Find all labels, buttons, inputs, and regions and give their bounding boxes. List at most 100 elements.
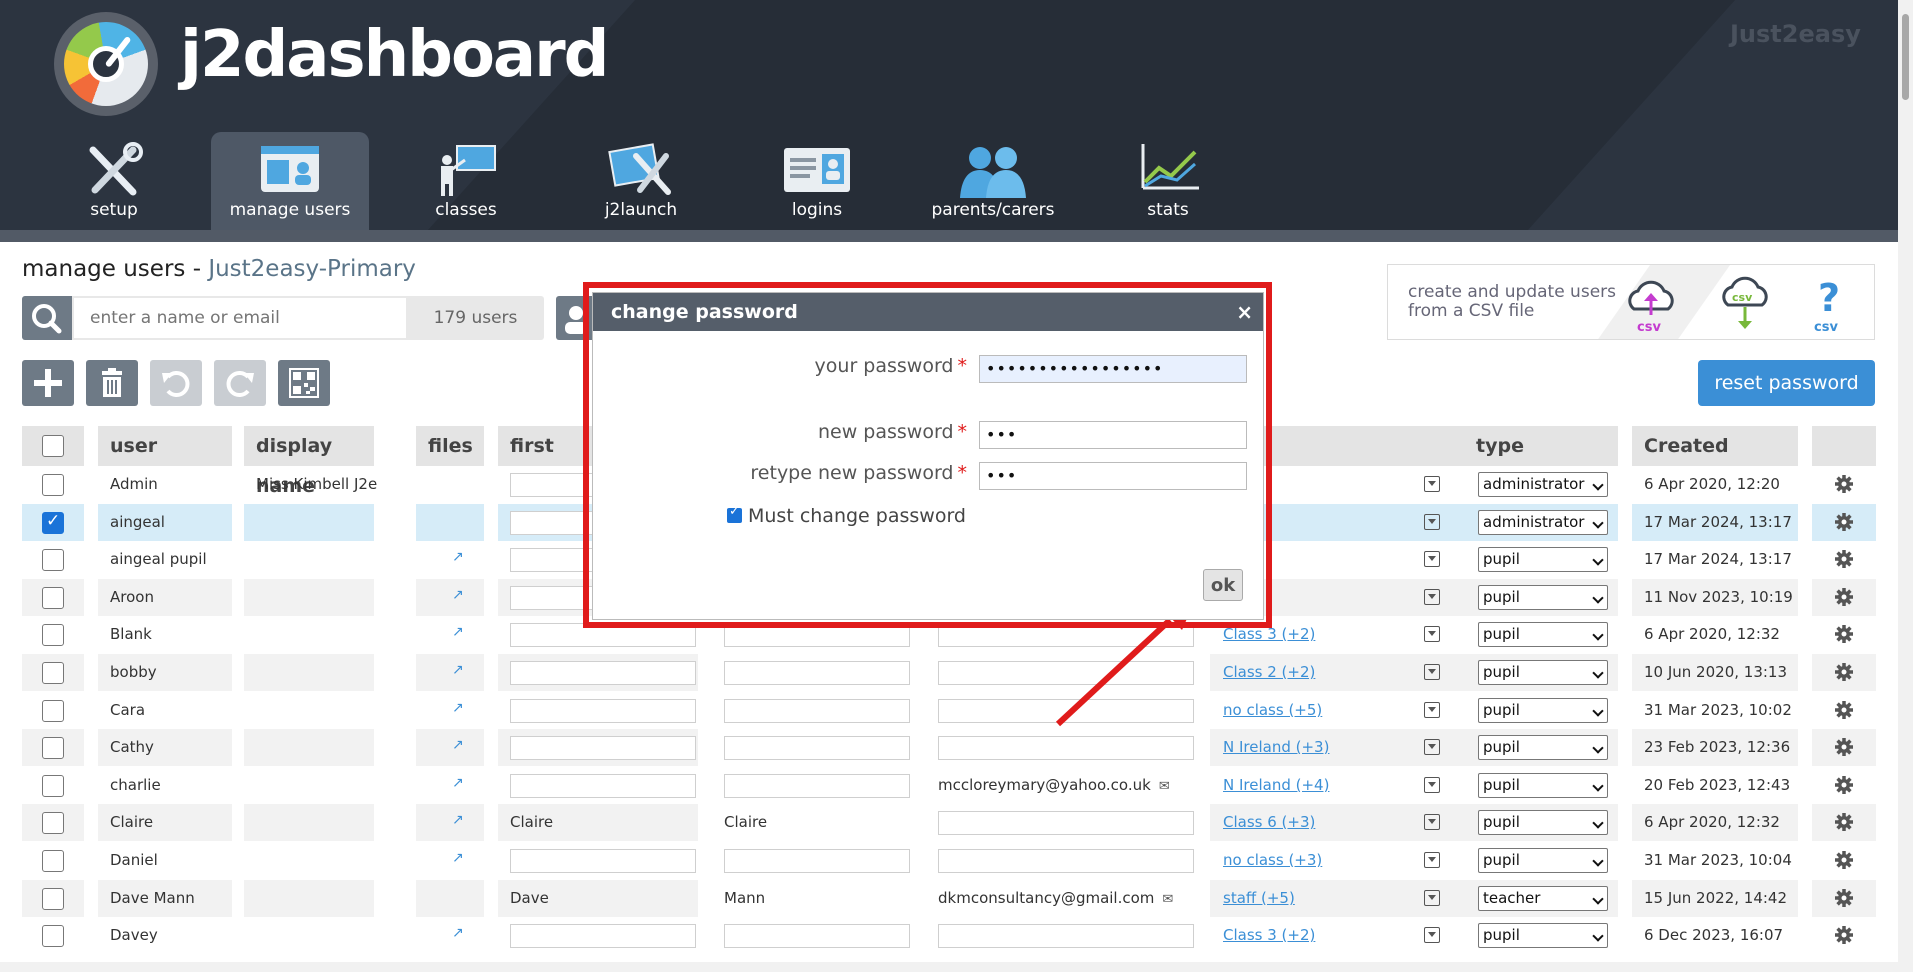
nav-tab-j2launch[interactable]: j2launch xyxy=(562,132,720,230)
header-display-name[interactable]: display name xyxy=(244,426,374,497)
external-link-icon[interactable]: ↗ xyxy=(452,738,466,752)
user-cell[interactable]: Cara xyxy=(98,692,232,729)
gear-icon[interactable] xyxy=(1834,549,1854,569)
external-link-icon[interactable]: ↗ xyxy=(452,851,466,865)
user-cell[interactable]: charlie xyxy=(98,767,232,804)
email-cell[interactable]: dkmconsultancy@gmail.com ✉ xyxy=(926,880,1206,917)
reset-password-button[interactable]: reset password xyxy=(1698,360,1875,406)
user-cell[interactable]: Cathy xyxy=(98,729,232,766)
row-checkbox[interactable] xyxy=(42,662,64,684)
undo-button[interactable] xyxy=(150,360,202,406)
table-row[interactable]: Cathy ↗ N Ireland (+3) pupil 23 Feb 2023, 12… xyxy=(22,729,1876,766)
type-select[interactable]: pupil xyxy=(1478,547,1608,572)
user-cell[interactable]: aingeal xyxy=(98,504,232,541)
email-input[interactable] xyxy=(938,661,1194,685)
external-link-icon[interactable]: ↗ xyxy=(452,701,466,715)
row-checkbox[interactable] xyxy=(42,850,64,872)
type-select[interactable]: pupil xyxy=(1478,773,1608,798)
table-row[interactable]: Davey ↗ Class 3 (+2) pupil 6 Dec 2023, 16:07 xyxy=(22,917,1876,954)
first-name-cell[interactable]: Dave xyxy=(498,880,688,917)
class-link[interactable]: Class 3 (+2) xyxy=(1223,917,1315,954)
first-name-input[interactable] xyxy=(510,924,696,948)
dropdown-icon[interactable] xyxy=(1424,852,1440,868)
class-link[interactable]: no class (+5) xyxy=(1223,692,1322,729)
first-name-cell[interactable]: Claire xyxy=(498,804,688,841)
last-name-input[interactable] xyxy=(724,774,910,798)
class-link[interactable]: staff (+5) xyxy=(1223,880,1295,917)
email-input[interactable] xyxy=(938,736,1194,760)
csv-download-icon[interactable]: csv xyxy=(1714,275,1774,335)
dropdown-icon[interactable] xyxy=(1424,664,1440,680)
new-password-field[interactable]: ••• xyxy=(979,421,1247,449)
type-select[interactable]: pupil xyxy=(1478,810,1608,835)
type-select[interactable]: pupil xyxy=(1478,735,1608,760)
nav-tab-logins[interactable]: logins xyxy=(738,132,896,230)
nav-tab-stats[interactable]: stats xyxy=(1089,132,1247,230)
email-input[interactable] xyxy=(938,849,1194,873)
table-row[interactable]: bobby ↗ Class 2 (+2) pupil 10 Jun 2020, 13:1… xyxy=(22,654,1876,691)
external-link-icon[interactable]: ↗ xyxy=(452,625,466,639)
dropdown-icon[interactable] xyxy=(1424,476,1440,492)
gear-icon[interactable] xyxy=(1834,850,1854,870)
gear-icon[interactable] xyxy=(1834,737,1854,757)
row-checkbox[interactable] xyxy=(42,624,64,646)
delete-user-button[interactable] xyxy=(86,360,138,406)
type-select[interactable]: pupil xyxy=(1478,848,1608,873)
gear-icon[interactable] xyxy=(1834,624,1854,644)
row-checkbox[interactable] xyxy=(42,737,64,759)
dropdown-icon[interactable] xyxy=(1424,777,1440,793)
first-name-input[interactable] xyxy=(510,661,696,685)
must-change-password-option[interactable]: Must change password xyxy=(727,504,966,527)
nav-tab-classes[interactable]: classes xyxy=(387,132,545,230)
last-name-input[interactable] xyxy=(724,661,910,685)
user-cell[interactable]: Davey xyxy=(98,917,232,954)
header-type[interactable]: type xyxy=(1464,426,1618,466)
user-cell[interactable]: Aroon xyxy=(98,579,232,616)
gear-icon[interactable] xyxy=(1834,775,1854,795)
row-checkbox[interactable] xyxy=(42,812,64,834)
header-created[interactable]: Created xyxy=(1632,426,1798,466)
ok-button[interactable]: ok xyxy=(1203,569,1243,601)
user-cell[interactable]: bobby xyxy=(98,654,232,691)
gear-icon[interactable] xyxy=(1834,812,1854,832)
table-row[interactable]: charlie ↗ mccloreymary@yahoo.co.uk ✉ N Irela… xyxy=(22,767,1876,804)
user-cell[interactable]: Daniel xyxy=(98,842,232,879)
user-cell[interactable]: Blank xyxy=(98,616,232,653)
dropdown-icon[interactable] xyxy=(1424,927,1440,943)
type-select[interactable]: pupil xyxy=(1478,923,1608,948)
your-password-field[interactable]: ••••••••••••••••• xyxy=(979,355,1247,383)
must-change-checkbox[interactable] xyxy=(727,504,742,523)
first-name-input[interactable] xyxy=(510,849,696,873)
nav-tab-manage-users[interactable]: manage users xyxy=(211,132,369,230)
class-link[interactable]: N Ireland (+3) xyxy=(1223,729,1329,766)
type-select[interactable]: teacher xyxy=(1478,886,1608,911)
redo-button[interactable] xyxy=(214,360,266,406)
class-link[interactable]: Class 6 (+3) xyxy=(1223,804,1315,841)
user-cell[interactable]: Dave Mann xyxy=(98,880,232,917)
retype-password-field[interactable]: ••• xyxy=(979,462,1247,490)
table-row[interactable]: Claire ↗ Claire Claire Class 6 (+3) pupil 6 Ap… xyxy=(22,804,1876,841)
dropdown-icon[interactable] xyxy=(1424,814,1440,830)
last-name-input[interactable] xyxy=(724,699,910,723)
horizontal-scrollbar[interactable] xyxy=(0,962,1898,972)
user-cell[interactable]: Admin xyxy=(98,466,232,503)
gear-icon[interactable] xyxy=(1834,662,1854,682)
last-name-input[interactable] xyxy=(724,849,910,873)
row-checkbox[interactable] xyxy=(42,888,64,910)
external-link-icon[interactable]: ↗ xyxy=(452,776,466,790)
dropdown-icon[interactable] xyxy=(1424,702,1440,718)
class-link[interactable]: N Ireland (+4) xyxy=(1223,767,1329,804)
type-select[interactable]: pupil xyxy=(1478,622,1608,647)
type-select[interactable]: pupil xyxy=(1478,698,1608,723)
last-name-cell[interactable]: Claire xyxy=(712,804,902,841)
table-row[interactable]: Dave Mann Dave Mann dkmconsultancy@gmail.co… xyxy=(22,880,1876,917)
add-user-button[interactable] xyxy=(22,360,74,406)
user-cell[interactable]: aingeal pupil xyxy=(98,541,232,578)
gear-icon[interactable] xyxy=(1834,888,1854,908)
type-select[interactable]: pupil xyxy=(1478,585,1608,610)
user-cell[interactable]: Claire xyxy=(98,804,232,841)
row-checkbox[interactable] xyxy=(42,587,64,609)
gear-icon[interactable] xyxy=(1834,512,1854,532)
dropdown-icon[interactable] xyxy=(1424,551,1440,567)
first-name-input[interactable] xyxy=(510,774,696,798)
